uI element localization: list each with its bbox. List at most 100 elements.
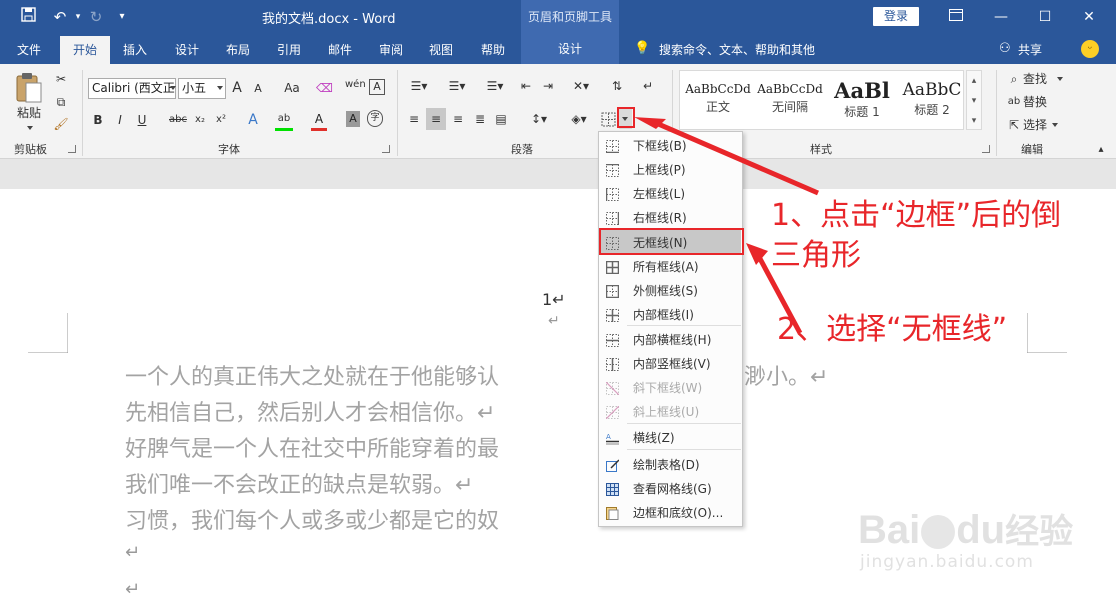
login-button[interactable]: 登录 [873,7,919,26]
border-menu-item-draw-table[interactable]: 绘制表格(D) [600,452,741,475]
tab-layout[interactable]: 布局 [226,41,250,58]
border-menu-label: 查看网格线(G) [633,482,712,496]
align-center-icon[interactable]: ≡ [426,108,446,130]
change-case-button[interactable]: Aa [282,79,302,97]
font-name-box[interactable]: Calibri (西文正文) [88,78,176,99]
tab-home[interactable]: 开始 [60,36,111,64]
show-marks-icon[interactable]: ↵ [640,77,656,95]
tell-me-search[interactable]: 搜索命令、文本、帮助和其他 [659,41,815,58]
phonetic-guide-icon[interactable]: wén [345,76,366,94]
close-icon[interactable]: ✕ [1078,6,1100,28]
inside-borders-icon [606,307,619,322]
border-menu-label: 横线(Z) [633,431,675,445]
tab-review[interactable]: 审阅 [379,41,403,58]
tab-references[interactable]: 引用 [277,41,301,58]
font-launcher-icon[interactable] [382,145,390,153]
doc-line-3: 好脾气是一个人在社交中所能穿着的最 [125,437,500,462]
border-menu-item-horizontal-line[interactable]: A 横线(Z) [600,425,741,448]
style-heading-2[interactable]: AaBbC 标题 2 [896,78,968,126]
chinese-layout-icon[interactable]: ✕▾ [568,77,594,95]
view-gridlines-icon [606,481,619,496]
font-group-label: 字体 [218,143,240,156]
superscript-button[interactable]: x² [214,111,228,129]
draw-table-icon [606,457,620,472]
shading-icon[interactable]: ◈▾ [566,110,592,128]
collapse-ribbon-icon[interactable]: ▴ [1094,141,1108,159]
format-painter-icon[interactable]: 🖌 [52,115,70,133]
character-shading-icon[interactable]: A [346,111,360,127]
redo-icon[interactable]: ↻ [84,6,108,28]
tab-file[interactable]: 文件 [17,41,41,58]
font-color-icon[interactable]: A [312,110,326,128]
paragraph-group-label: 段落 [511,143,533,156]
annotation-step-2: 2、选择“无框线” [777,312,1008,347]
minimize-icon[interactable]: — [990,6,1012,28]
styles-scroll[interactable]: ▴ ▾ ▾ [966,70,982,130]
tab-design[interactable]: 设计 [175,41,199,58]
distributed-icon[interactable]: ▤ [493,110,509,128]
tab-insert[interactable]: 插入 [123,41,147,58]
paste-button[interactable]: 粘贴 [14,104,44,122]
align-right-icon[interactable]: ≡ [450,110,466,128]
tab-header-footer-design[interactable]: 设计 [521,36,619,64]
line-spacing-icon[interactable]: ↕▾ [526,110,552,128]
highlight-icon[interactable]: ab [275,110,293,128]
decrease-indent-icon[interactable]: ⇤ [518,77,534,95]
share-button[interactable]: 共享 [1018,41,1042,58]
border-menu-label: 斜下框线(W) [633,381,703,395]
align-left-icon[interactable]: ≡ [406,110,422,128]
text-effects-icon[interactable]: A [245,111,261,129]
clear-formatting-icon[interactable]: ⌫ [316,79,333,97]
outside-borders-icon [605,283,620,299]
bullets-icon[interactable]: ☰▾ [406,77,432,95]
subscript-button[interactable]: x₂ [193,111,207,129]
select-button[interactable]: 选择 [1023,116,1049,134]
sort-icon[interactable]: ⇅ [609,77,625,95]
borders-button[interactable] [599,109,618,130]
select-icon[interactable]: ⇱ [1005,116,1023,134]
tab-mailings[interactable]: 邮件 [328,41,352,58]
customize-qat-icon[interactable]: ▾ [110,6,134,28]
inside-horizontal-border-icon [606,332,619,347]
tab-help[interactable]: 帮助 [481,41,505,58]
replace-icon[interactable]: ab [1005,93,1023,111]
numbering-icon[interactable]: ☰▾ [444,77,470,95]
multilevel-list-icon[interactable]: ☰▾ [482,77,508,95]
border-menu-item-borders-shading[interactable]: 边框和底纹(O)... [600,500,741,523]
ribbon-home: 粘贴 ✂ ⧉ 🖌 剪贴板 Calibri (西文正文) 小五 A A Aa ⌫ … [0,64,1116,159]
bold-button[interactable]: B [92,111,104,129]
enclose-characters-icon[interactable]: 字 [367,110,383,127]
find-icon[interactable]: ⌕ [1005,70,1023,88]
empty-para-mark-2: ↵ [125,579,141,600]
tab-view[interactable]: 视图 [429,41,453,58]
border-top-icon [606,162,619,177]
doc-line-1-tail: 渺小。↵ [744,365,829,390]
maximize-icon[interactable]: ☐ [1034,6,1056,28]
paste-icon[interactable] [14,72,44,103]
paw-icon [921,515,956,550]
character-border-icon[interactable]: A [369,79,385,95]
find-button[interactable]: 查找 [1023,70,1049,88]
copy-icon[interactable]: ⧉ [52,93,70,111]
doc-line-2: 先相信自己，然后别人才会相信你。↵ [125,401,496,426]
border-menu-item-view-gridlines[interactable]: 查看网格线(G) [600,476,741,499]
arrow-line-1 [655,120,819,196]
strikethrough-button[interactable]: abc [167,111,189,129]
justify-icon[interactable]: ≣ [472,110,488,128]
grow-font-button[interactable]: A [230,79,244,97]
editing-group-label: 编辑 [1021,143,1043,156]
lightbulb-icon: 💡 [634,41,651,56]
ribbon-display-icon[interactable] [945,6,967,28]
clipboard-launcher-icon[interactable] [68,145,76,153]
cut-icon[interactable]: ✂ [52,70,70,88]
annotation-step-1-cont: 三角形 [771,238,861,273]
save-icon[interactable] [16,6,40,28]
styles-launcher-icon[interactable] [982,145,990,153]
italic-button[interactable]: I [114,111,126,129]
replace-button[interactable]: 替换 [1023,93,1049,111]
underline-button[interactable]: U [136,111,148,129]
increase-indent-icon[interactable]: ⇥ [540,77,556,95]
smiley-feedback-icon[interactable]: ᵕ [1081,40,1099,58]
shrink-font-button[interactable]: A [252,80,264,98]
style-heading-1[interactable]: AaBl 标题 1 [826,78,898,126]
